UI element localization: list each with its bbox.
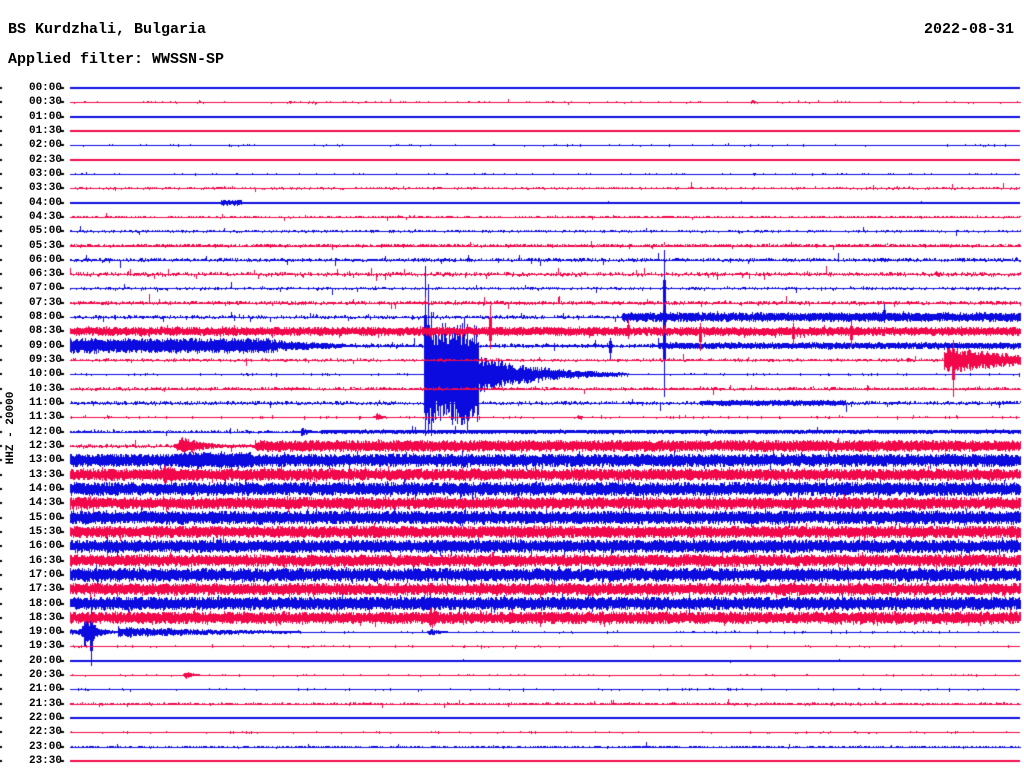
time-label: 13:00 [28,454,62,467]
time-label: 23:30 [28,755,62,768]
time-label: 21:00 [28,683,62,696]
time-label: 18:00 [28,597,62,610]
time-label: 12:00 [28,425,62,438]
time-label: 19:00 [28,626,62,639]
time-label: 19:30 [28,640,62,653]
helicorder-page: BS Kurdzhali, Bulgaria Applied filter: W… [0,0,1024,780]
time-label: 22:00 [28,712,62,725]
time-label: 05:30 [28,239,62,252]
time-label: 07:30 [28,296,62,309]
time-label: 10:00 [28,368,62,381]
station-title: BS Kurdzhali, Bulgaria [8,21,207,38]
time-label: 16:30 [28,554,62,567]
time-label: 08:30 [28,325,62,338]
time-label: 05:00 [28,225,62,238]
time-label: 11:30 [28,411,62,424]
time-label: 04:30 [28,210,62,223]
time-label: 01:00 [28,110,62,123]
time-label: 22:30 [28,726,62,739]
time-label: 11:00 [28,397,62,410]
time-label: 14:30 [28,497,62,510]
time-label: 12:30 [28,440,62,452]
helicorder-canvas [0,0,1024,780]
time-label: 18:30 [28,611,62,624]
time-label: 00:30 [28,96,62,109]
applied-filter-label: Applied filter: WWSSN-SP [8,51,225,68]
time-label: 17:00 [28,568,62,581]
time-label: 23:00 [28,740,62,753]
time-label: 16:00 [28,540,62,553]
time-label: 10:30 [28,382,62,395]
time-label: 20:00 [28,654,62,667]
time-label: 15:30 [28,525,62,538]
time-label: 02:00 [28,139,62,152]
time-label: 06:30 [28,268,62,281]
time-label: 04:00 [28,196,62,209]
time-label: 09:30 [28,354,62,367]
time-label: 08:00 [28,311,62,324]
time-label: 03:00 [28,167,62,180]
time-label: 02:30 [28,153,62,166]
time-label: 01:30 [28,124,62,137]
time-label: 15:00 [28,511,62,524]
time-label: 03:30 [28,182,62,195]
time-label: 07:00 [28,282,62,295]
time-label: 17:30 [28,583,62,596]
time-label: 13:30 [28,468,62,481]
time-label: 20:30 [28,669,62,682]
time-label: 21:30 [28,697,62,710]
time-label: 06:00 [28,253,62,266]
time-label: 09:00 [28,339,62,352]
date-label: 2022-08-31 [923,21,1014,38]
time-label: 14:00 [28,482,62,495]
time-label: 00:00 [28,82,62,94]
